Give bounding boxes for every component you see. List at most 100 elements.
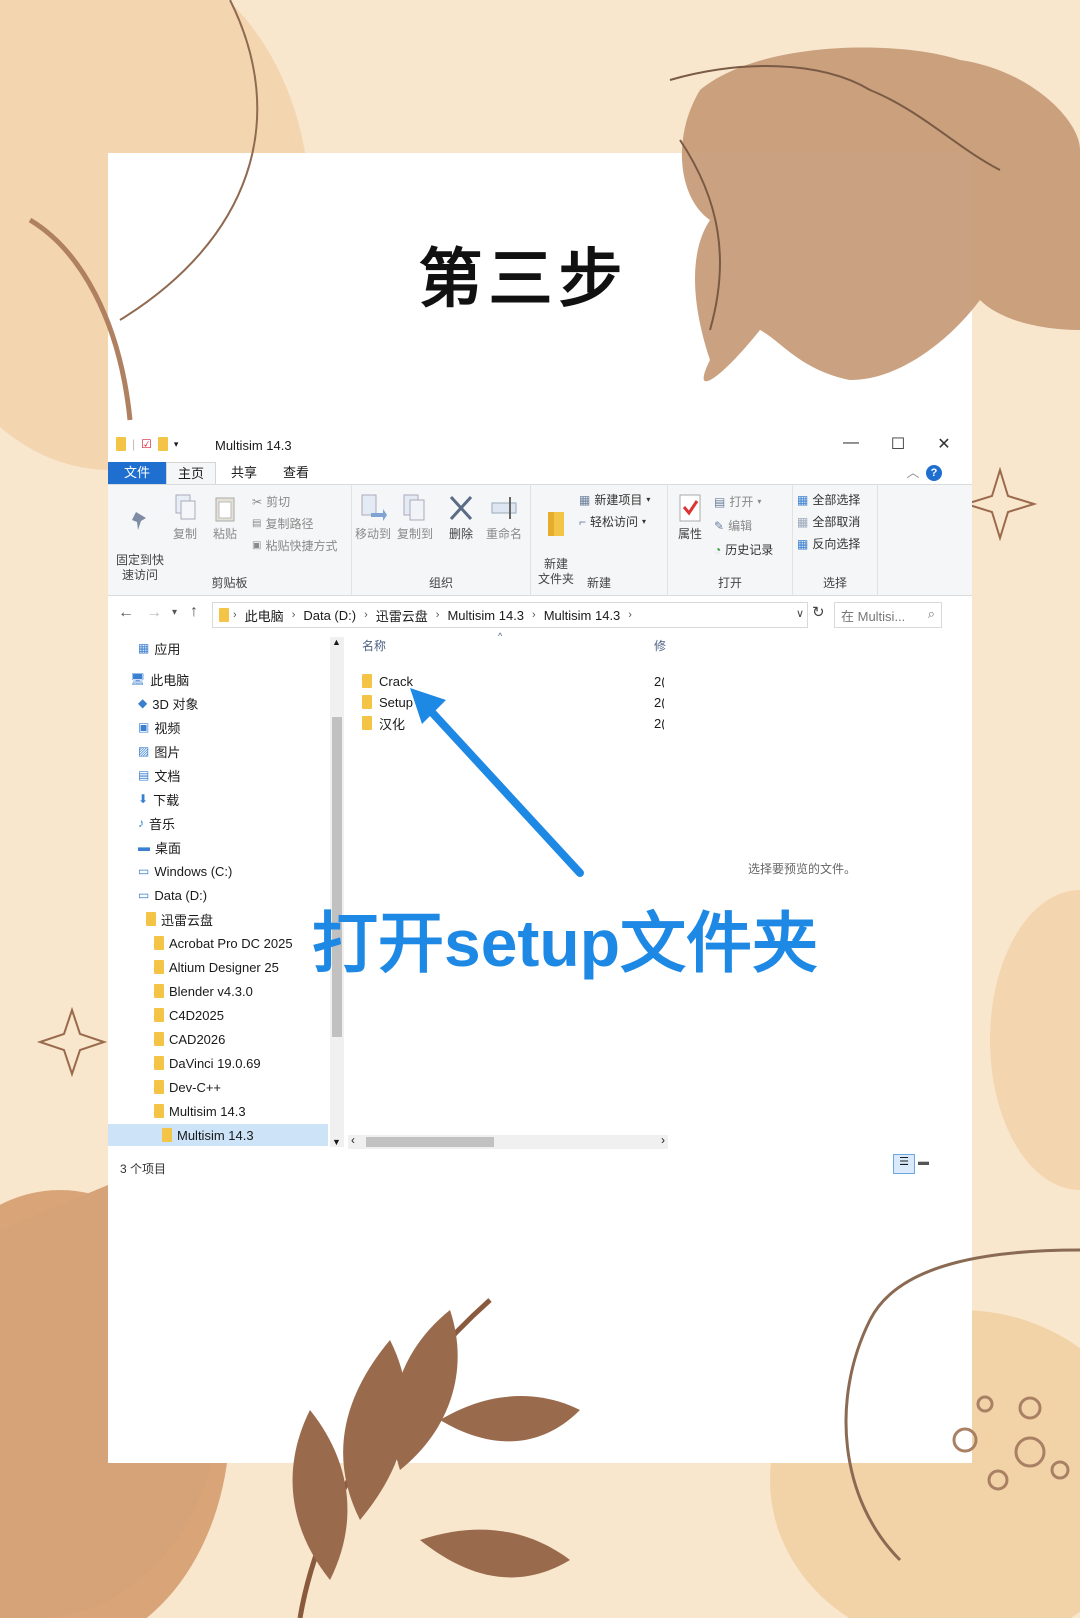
open-button[interactable]: ▤ 打开 ▾ xyxy=(714,493,761,510)
file-name: 汉化 xyxy=(379,716,406,732)
copy-path-button[interactable]: ▤ 复制路径 xyxy=(252,515,313,532)
address-dropdown-icon[interactable]: ∨ xyxy=(796,607,804,620)
sidebar-item[interactable]: 迅雷云盘 xyxy=(108,908,213,930)
copy-to-button[interactable]: 复制到 xyxy=(394,493,436,542)
history-icon: ◔ xyxy=(714,542,722,557)
sidebar-item[interactable]: Altium Designer 25 xyxy=(108,956,279,978)
sidebar-item[interactable]: CAD2026 xyxy=(108,1028,225,1050)
copy-button[interactable]: 复制 xyxy=(166,493,204,542)
column-header-name[interactable]: 名称 xyxy=(362,637,386,654)
folder-icon xyxy=(154,1008,164,1022)
scroll-right-icon[interactable]: › xyxy=(661,1133,665,1147)
select-all-button[interactable]: ▦ 全部选择 xyxy=(797,491,860,508)
nav-scroll-thumb[interactable] xyxy=(332,717,342,1037)
rename-button[interactable]: 重命名 xyxy=(482,493,526,542)
refresh-icon[interactable]: ↻ xyxy=(812,603,825,621)
breadcrumb-this-pc[interactable]: 此电脑 xyxy=(245,606,284,625)
scroll-up-icon[interactable]: ▲ xyxy=(332,637,341,647)
sidebar-item[interactable]: ▣ 视频 xyxy=(108,716,180,738)
chevron-right-icon: › xyxy=(435,609,440,621)
column-header-modified[interactable]: 修 xyxy=(654,637,666,654)
sidebar-item[interactable]: ▭ Windows (C:) xyxy=(108,860,232,882)
sidebar-item[interactable]: ▨ 图片 xyxy=(108,740,180,762)
breadcrumb-xunlei[interactable]: 迅雷云盘 xyxy=(376,606,428,625)
quick-access-toolbar: | ☑ ▾ xyxy=(116,437,178,451)
back-arrow-icon[interactable]: ← xyxy=(118,604,134,622)
tab-home[interactable]: 主页 xyxy=(166,462,216,485)
address-bar[interactable]: › 此电脑 › Data (D:) › 迅雷云盘 › Multisim 14.3… xyxy=(212,602,808,628)
paste-shortcut-button[interactable]: ▣ 粘贴快捷方式 xyxy=(252,537,337,554)
breadcrumb-data-d[interactable]: Data (D:) xyxy=(303,608,356,623)
breadcrumb-multisim-parent[interactable]: Multisim 14.3 xyxy=(447,608,524,623)
properties-check-icon[interactable]: ☑ xyxy=(141,437,152,451)
file-list-horizontal-scrollbar[interactable]: ‹ › xyxy=(348,1133,668,1149)
new-folder-icon[interactable] xyxy=(157,437,168,451)
delete-button[interactable]: 删除 xyxy=(442,493,480,542)
history-button[interactable]: ◔ 历史记录 xyxy=(714,541,773,558)
sidebar-item[interactable]: C4D2025 xyxy=(108,1004,224,1026)
tab-view[interactable]: 查看 xyxy=(272,462,320,484)
file-row[interactable]: Setup xyxy=(362,692,413,712)
customize-dropdown-icon[interactable]: ▾ xyxy=(174,439,179,450)
sidebar-item[interactable]: Dev-C++ xyxy=(108,1076,221,1098)
sidebar-item[interactable]: Multisim 14.3 xyxy=(108,1124,328,1146)
easy-access-button[interactable]: ⌐ 轻松访问 ▾ xyxy=(579,513,646,530)
explorer-window: | ☑ ▾ Multisim 14.3 — ☐ ✕ 文件 主页 共享 查看 ︿ … xyxy=(108,430,972,1186)
close-button[interactable]: ✕ xyxy=(930,434,958,454)
new-item-button[interactable]: ▦ 新建项目 ▾ xyxy=(579,491,650,508)
sidebar-item-label: C4D2025 xyxy=(169,1007,224,1023)
scroll-left-icon[interactable]: ‹ xyxy=(351,1133,355,1147)
sidebar-item[interactable]: ⬇ 下载 xyxy=(108,788,179,810)
edit-button[interactable]: ✎ 编辑 xyxy=(714,517,752,534)
search-input[interactable]: 在 Multisi... ⌕ xyxy=(834,602,942,628)
move-to-button[interactable]: 移动到 xyxy=(352,493,394,542)
properties-button[interactable]: 属性 xyxy=(670,493,710,542)
horizontal-scroll-thumb[interactable] xyxy=(366,1137,494,1147)
new-group-label: 新建 xyxy=(586,576,611,590)
cut-button[interactable]: ✂ 剪切 xyxy=(252,493,290,510)
sidebar-item[interactable]: ▭ Data (D:) xyxy=(108,884,207,906)
chevron-down-icon: ▾ xyxy=(757,497,762,506)
paste-button[interactable]: 粘贴 xyxy=(206,493,244,542)
sidebar-item[interactable]: ▦ 应用 xyxy=(108,637,180,659)
sidebar-item[interactable]: Multisim 14.3 xyxy=(108,1100,246,1122)
sidebar-item[interactable]: ♪ 音乐 xyxy=(108,812,175,834)
sidebar-item[interactable]: Acrobat Pro DC 2025 xyxy=(108,932,293,954)
sidebar-item[interactable]: ▬ 桌面 xyxy=(108,836,181,858)
folder-icon xyxy=(116,437,126,451)
pin-quick-access-button[interactable]: 固定到快 速访问 xyxy=(112,493,168,583)
file-name: Setup xyxy=(379,694,413,710)
file-row[interactable]: Crack xyxy=(362,671,413,691)
move-to-label: 移动到 xyxy=(354,527,391,541)
open-icon: ▤ xyxy=(714,494,726,509)
forward-arrow-icon[interactable]: → xyxy=(146,604,162,622)
music-icon: ♪ xyxy=(138,816,144,830)
sidebar-item[interactable]: ◆ 3D 对象 xyxy=(108,692,198,714)
preview-pane-text: 选择要预览的文件。 xyxy=(748,862,857,876)
details-view-icon[interactable]: ☰ xyxy=(893,1154,915,1174)
sidebar-item[interactable]: Blender v4.3.0 xyxy=(108,980,253,1002)
new-item-icon: ▦ xyxy=(579,492,591,507)
file-row[interactable]: 汉化 xyxy=(362,713,405,733)
help-icon[interactable]: ? xyxy=(926,465,942,481)
edit-icon: ✎ xyxy=(714,518,725,533)
minimize-button[interactable]: — xyxy=(837,434,865,452)
tab-file[interactable]: 文件 xyxy=(108,462,166,484)
sidebar-item[interactable]: ▤ 文档 xyxy=(108,764,180,786)
copy-to-icon xyxy=(403,494,425,521)
title-bar: | ☑ ▾ Multisim 14.3 — ☐ ✕ xyxy=(108,430,972,460)
large-icons-view-icon[interactable]: ▬ xyxy=(918,1156,929,1168)
recent-dropdown-icon[interactable]: ▾ xyxy=(172,607,177,618)
new-folder-button[interactable]: 新建 文件夹 xyxy=(535,493,577,587)
drive-icon: ▭ xyxy=(138,864,150,878)
collapse-ribbon-icon[interactable]: ︿ xyxy=(904,462,922,484)
sidebar-item[interactable]: DaVinci 19.0.69 xyxy=(108,1052,261,1074)
select-none-button[interactable]: ▦ 全部取消 xyxy=(797,513,860,530)
up-arrow-icon[interactable]: ↑ xyxy=(190,603,198,621)
scroll-down-icon[interactable]: ▼ xyxy=(332,1137,341,1147)
sidebar-item[interactable]: 🖥 此电脑 xyxy=(108,668,189,690)
maximize-button[interactable]: ☐ xyxy=(884,434,912,454)
invert-selection-button[interactable]: ▦ 反向选择 xyxy=(797,535,860,552)
tab-share[interactable]: 共享 xyxy=(220,462,268,484)
breadcrumb-multisim-current[interactable]: Multisim 14.3 xyxy=(544,608,621,623)
